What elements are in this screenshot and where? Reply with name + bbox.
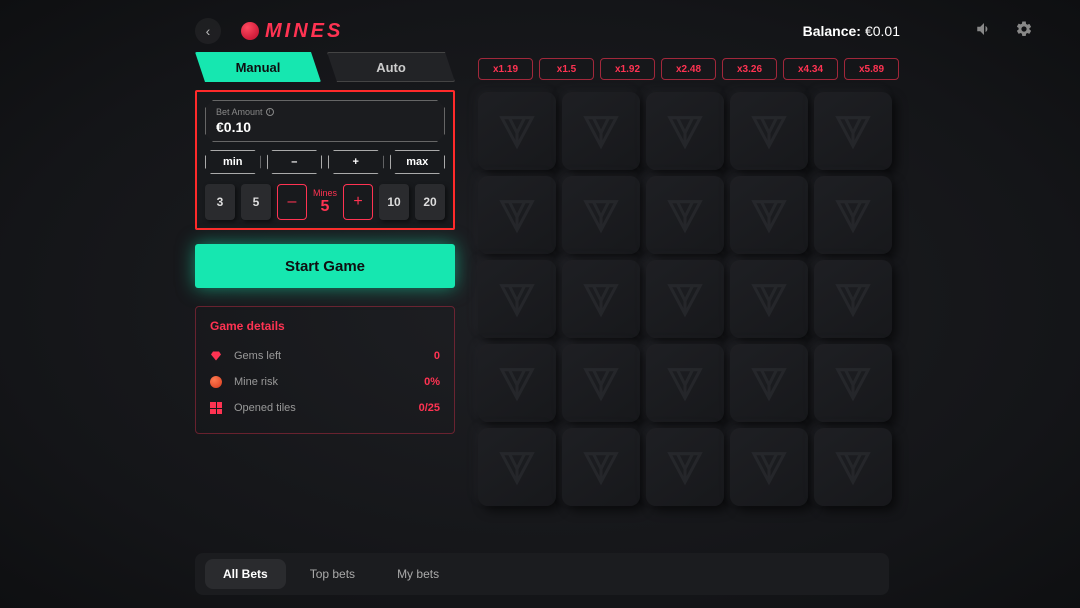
multiplier-2[interactable]: x1.92 xyxy=(600,58,655,80)
mine-tile[interactable] xyxy=(478,92,556,170)
mines-preset-10[interactable]: 10 xyxy=(379,184,409,220)
mine-tile[interactable] xyxy=(730,260,808,338)
bet-controls-highlight: Bet Amounti €0.10 min – + max 3 5 – Mine… xyxy=(195,90,455,230)
mine-tile[interactable] xyxy=(814,176,892,254)
game-logo: MINES xyxy=(241,20,343,43)
bet-amount-label: Bet Amounti xyxy=(216,107,434,117)
mine-tile[interactable] xyxy=(646,92,724,170)
details-title: Game details xyxy=(210,319,440,333)
mine-tile[interactable] xyxy=(478,428,556,506)
bomb-icon xyxy=(241,22,259,40)
balance-display: Balance: €0.01 xyxy=(803,23,900,39)
bet-min-button[interactable]: min xyxy=(205,150,261,174)
gem-icon xyxy=(210,350,224,362)
game-grid xyxy=(478,92,892,506)
tiles-icon xyxy=(210,402,224,414)
mines-decrease-button[interactable]: – xyxy=(277,184,307,220)
mine-tile[interactable] xyxy=(730,344,808,422)
bomb-icon xyxy=(210,376,224,388)
multiplier-4[interactable]: x3.26 xyxy=(722,58,777,80)
mines-preset-20[interactable]: 20 xyxy=(415,184,445,220)
gems-left-label: Gems left xyxy=(234,350,281,362)
mine-tile[interactable] xyxy=(562,344,640,422)
mines-preset-5[interactable]: 5 xyxy=(241,184,271,220)
mine-tile[interactable] xyxy=(646,428,724,506)
mine-tile[interactable] xyxy=(730,176,808,254)
mine-tile[interactable] xyxy=(562,428,640,506)
mine-tile[interactable] xyxy=(646,260,724,338)
tab-auto[interactable]: Auto xyxy=(327,52,455,82)
tab-my-bets[interactable]: My bets xyxy=(379,559,457,589)
mines-count: Mines 5 xyxy=(313,184,337,220)
bet-increase-button[interactable]: + xyxy=(328,150,384,174)
start-game-button[interactable]: Start Game xyxy=(195,244,455,288)
mine-tile[interactable] xyxy=(562,176,640,254)
mine-tile[interactable] xyxy=(478,176,556,254)
multiplier-3[interactable]: x2.48 xyxy=(661,58,716,80)
mine-tile[interactable] xyxy=(814,92,892,170)
bet-max-button[interactable]: max xyxy=(390,150,446,174)
opened-tiles-label: Opened tiles xyxy=(234,402,296,414)
mine-tile[interactable] xyxy=(562,260,640,338)
sound-icon[interactable] xyxy=(973,18,995,40)
mine-tile[interactable] xyxy=(730,428,808,506)
mine-risk-value: 0% xyxy=(424,376,440,388)
bet-amount-field[interactable]: Bet Amounti €0.10 xyxy=(205,100,445,142)
gems-left-value: 0 xyxy=(434,350,440,362)
mine-tile[interactable] xyxy=(478,344,556,422)
mines-increase-button[interactable]: + xyxy=(343,184,373,220)
multiplier-row: x1.19 x1.5 x1.92 x2.48 x3.26 x4.34 x5.89 xyxy=(478,58,899,80)
multiplier-1[interactable]: x1.5 xyxy=(539,58,594,80)
mines-preset-3[interactable]: 3 xyxy=(205,184,235,220)
mine-tile[interactable] xyxy=(478,260,556,338)
game-details-panel: Game details Gems left 0 Mine risk 0% Op… xyxy=(195,306,455,434)
tab-all-bets[interactable]: All Bets xyxy=(205,559,286,589)
multiplier-0[interactable]: x1.19 xyxy=(478,58,533,80)
mine-tile[interactable] xyxy=(646,176,724,254)
opened-tiles-value: 0/25 xyxy=(419,402,440,414)
multiplier-6[interactable]: x5.89 xyxy=(844,58,899,80)
tab-top-bets[interactable]: Top bets xyxy=(292,559,373,589)
bet-decrease-button[interactable]: – xyxy=(267,150,323,174)
bet-amount-value: €0.10 xyxy=(216,119,434,135)
logo-text: MINES xyxy=(265,20,343,43)
mine-tile[interactable] xyxy=(814,428,892,506)
mine-tile[interactable] xyxy=(646,344,724,422)
gear-icon[interactable] xyxy=(1013,18,1035,40)
mine-tile[interactable] xyxy=(562,92,640,170)
mine-tile[interactable] xyxy=(730,92,808,170)
bets-tab-bar: All Bets Top bets My bets xyxy=(195,553,889,595)
info-icon[interactable]: i xyxy=(266,108,274,116)
mine-tile[interactable] xyxy=(814,260,892,338)
back-button[interactable]: ‹ xyxy=(195,18,221,44)
mine-risk-label: Mine risk xyxy=(234,376,278,388)
multiplier-5[interactable]: x4.34 xyxy=(783,58,838,80)
tab-manual[interactable]: Manual xyxy=(195,52,321,82)
mine-tile[interactable] xyxy=(814,344,892,422)
